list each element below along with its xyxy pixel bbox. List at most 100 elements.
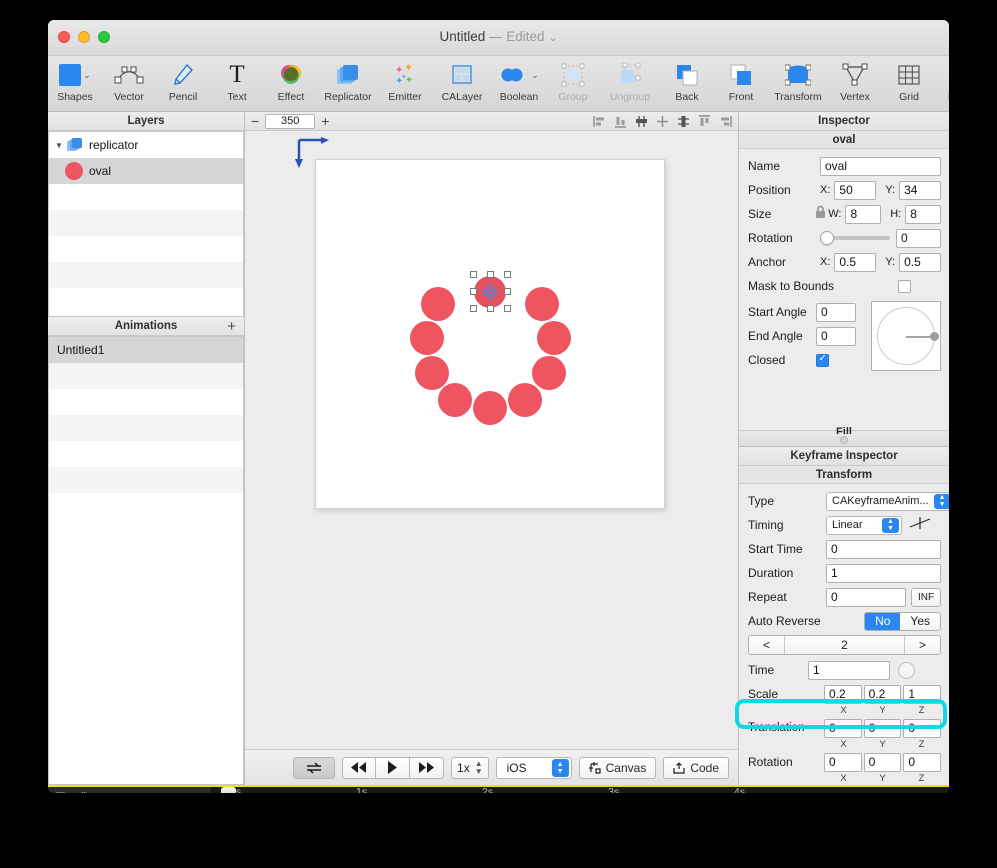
align-left-icon[interactable] <box>593 115 606 128</box>
time-easing-handle[interactable] <box>898 661 915 679</box>
layer-row-replicator[interactable]: ▼ replicator <box>49 132 243 158</box>
zoom-in-button[interactable]: + <box>321 114 329 128</box>
toolbar-item-ungroup[interactable]: Ungroup <box>600 59 660 103</box>
previous-keyframe-button[interactable]: < <box>749 636 785 654</box>
animations-list[interactable]: Untitled1 <box>48 336 244 785</box>
distribute-vertical-icon[interactable] <box>677 115 690 128</box>
kf-rotation-x-field[interactable]: 0 <box>824 752 862 772</box>
timing-curve-icon[interactable] <box>909 515 931 536</box>
selection-handle[interactable] <box>487 305 494 312</box>
infinite-repeat-button[interactable]: INF <box>911 587 941 607</box>
align-bottom-icon[interactable] <box>614 115 627 128</box>
animation-row-untitled1[interactable]: Untitled1 <box>49 337 243 363</box>
toolbar-item-back[interactable]: Back <box>660 59 714 103</box>
end-angle-field[interactable]: 0 <box>816 326 856 346</box>
auto-reverse-no-button[interactable]: No <box>865 612 901 630</box>
lock-icon[interactable] <box>812 205 828 224</box>
translation-x-field[interactable]: 0 <box>824 718 862 738</box>
align-right-icon[interactable] <box>719 115 732 128</box>
toolbar-item-vertex[interactable]: Vertex <box>828 59 882 103</box>
add-animation-button[interactable]: + <box>227 318 236 335</box>
mask-to-bounds-checkbox[interactable] <box>898 279 911 293</box>
size-w-field[interactable]: 8 <box>845 204 882 224</box>
artboard[interactable] <box>315 159 665 509</box>
toolbar-item-transform[interactable]: Transform <box>768 59 828 103</box>
position-y-field[interactable]: 34 <box>899 180 941 200</box>
boolean-icon: ⌄ <box>499 62 539 88</box>
start-angle-field[interactable]: 0 <box>816 302 856 322</box>
toolbar-item-calayer[interactable]: CALayer <box>432 59 492 103</box>
anchor-y-field[interactable]: 0.5 <box>899 252 941 272</box>
canvas-area[interactable] <box>245 131 738 749</box>
closed-checkbox[interactable] <box>816 353 829 367</box>
name-field[interactable]: oval <box>820 156 941 176</box>
selection-handle[interactable] <box>504 288 511 295</box>
selection-handle[interactable] <box>470 305 477 312</box>
rotation-field[interactable]: 0 <box>896 228 941 248</box>
toolbar-item-text[interactable]: T Text <box>210 59 264 103</box>
selection-handle[interactable] <box>470 271 477 278</box>
translation-y-field[interactable]: 0 <box>863 718 902 738</box>
position-x-field[interactable]: 50 <box>834 180 877 200</box>
auto-reverse-segmented[interactable]: No Yes <box>864 611 941 631</box>
toolbar-item-export[interactable]: Export <box>936 59 949 103</box>
align-center-icon[interactable] <box>656 115 669 128</box>
zoom-value-field[interactable]: 350 <box>265 113 316 129</box>
toolbar-item-group[interactable]: Group <box>546 59 600 103</box>
auto-reverse-yes-button[interactable]: Yes <box>900 612 940 630</box>
rewind-button[interactable] <box>342 756 377 779</box>
platform-popup[interactable]: iOS ▲ ▼ <box>495 756 572 779</box>
toolbar-item-pencil[interactable]: Pencil <box>156 59 210 103</box>
toolbar-item-emitter[interactable]: ✦ ✦ ✦ ✦ ✦ Emitter <box>378 59 432 103</box>
align-horizontal-center-icon[interactable] <box>635 115 648 128</box>
toolbar-item-replicator[interactable]: Replicator <box>318 59 378 103</box>
toolbar-item-boolean[interactable]: ⌄ Boolean <box>492 59 546 103</box>
code-tab-button[interactable]: Code <box>663 756 729 779</box>
translation-z-field[interactable]: 0 <box>903 718 942 738</box>
rotation-slider-knob[interactable] <box>820 231 834 245</box>
layers-list[interactable]: ▼ replicator oval <box>48 131 244 317</box>
kf-rotation-z-field[interactable]: 0 <box>903 752 942 772</box>
canvas-tab-button[interactable]: Canvas <box>578 756 657 779</box>
loop-button[interactable] <box>293 756 336 779</box>
timeline-tracks-area[interactable]: 0s 1s 2s 3s 4s <box>210 787 949 793</box>
time-field[interactable]: 1 <box>808 660 890 680</box>
angle-dial-handle[interactable] <box>930 332 939 341</box>
next-keyframe-button[interactable]: > <box>904 636 940 654</box>
playhead-handle[interactable] <box>221 787 236 793</box>
kf-rotation-y-field[interactable]: 0 <box>863 752 902 772</box>
selection-handle[interactable] <box>470 288 477 295</box>
toolbar-item-grid[interactable]: Grid <box>882 59 936 103</box>
toolbar-item-vector[interactable]: Vector <box>102 59 156 103</box>
duration-field[interactable]: 1 <box>826 563 941 583</box>
rotation-slider[interactable] <box>820 231 890 245</box>
size-h-field[interactable]: 8 <box>905 204 942 224</box>
timing-popup[interactable]: Linear ▲ ▼ <box>826 515 902 535</box>
toolbar-item-front[interactable]: Front <box>714 59 768 103</box>
splitter-grip[interactable] <box>840 436 848 444</box>
timeline-ruler[interactable]: 0s 1s 2s 3s 4s <box>210 787 949 793</box>
inspector-splitter[interactable]: Fill <box>739 426 949 447</box>
zoom-out-button[interactable]: − <box>251 114 259 128</box>
disclosure-triangle-icon[interactable]: ▼ <box>55 141 67 150</box>
angle-dial[interactable] <box>871 301 941 371</box>
repeat-field[interactable]: 0 <box>826 587 906 607</box>
play-button[interactable] <box>376 756 411 779</box>
start-time-field[interactable]: 0 <box>826 539 941 559</box>
scale-z-field[interactable]: 1 <box>903 684 942 704</box>
speed-stepper[interactable]: 1x ▲ ▼ <box>451 756 489 779</box>
toolbar-item-effect[interactable]: Effect <box>264 59 318 103</box>
chevron-down-icon[interactable]: ⌄ <box>548 32 557 44</box>
type-popup[interactable]: CAKeyframeAnim... ▲ ▼ <box>826 491 949 511</box>
align-top-icon[interactable] <box>698 114 711 128</box>
anchor-x-field[interactable]: 0.5 <box>834 252 877 272</box>
fast-forward-button[interactable] <box>410 756 445 779</box>
selection-handle[interactable] <box>504 271 511 278</box>
scale-x-field[interactable]: 0.2 <box>824 684 862 704</box>
selection-handle[interactable] <box>504 305 511 312</box>
selection-handle[interactable] <box>487 271 494 278</box>
scale-y-field[interactable]: 0.2 <box>863 684 902 704</box>
toolbar-item-shapes[interactable]: ⌄ Shapes <box>48 59 102 103</box>
platform-value: iOS <box>506 760 527 775</box>
layer-row-oval[interactable]: oval <box>49 158 243 184</box>
